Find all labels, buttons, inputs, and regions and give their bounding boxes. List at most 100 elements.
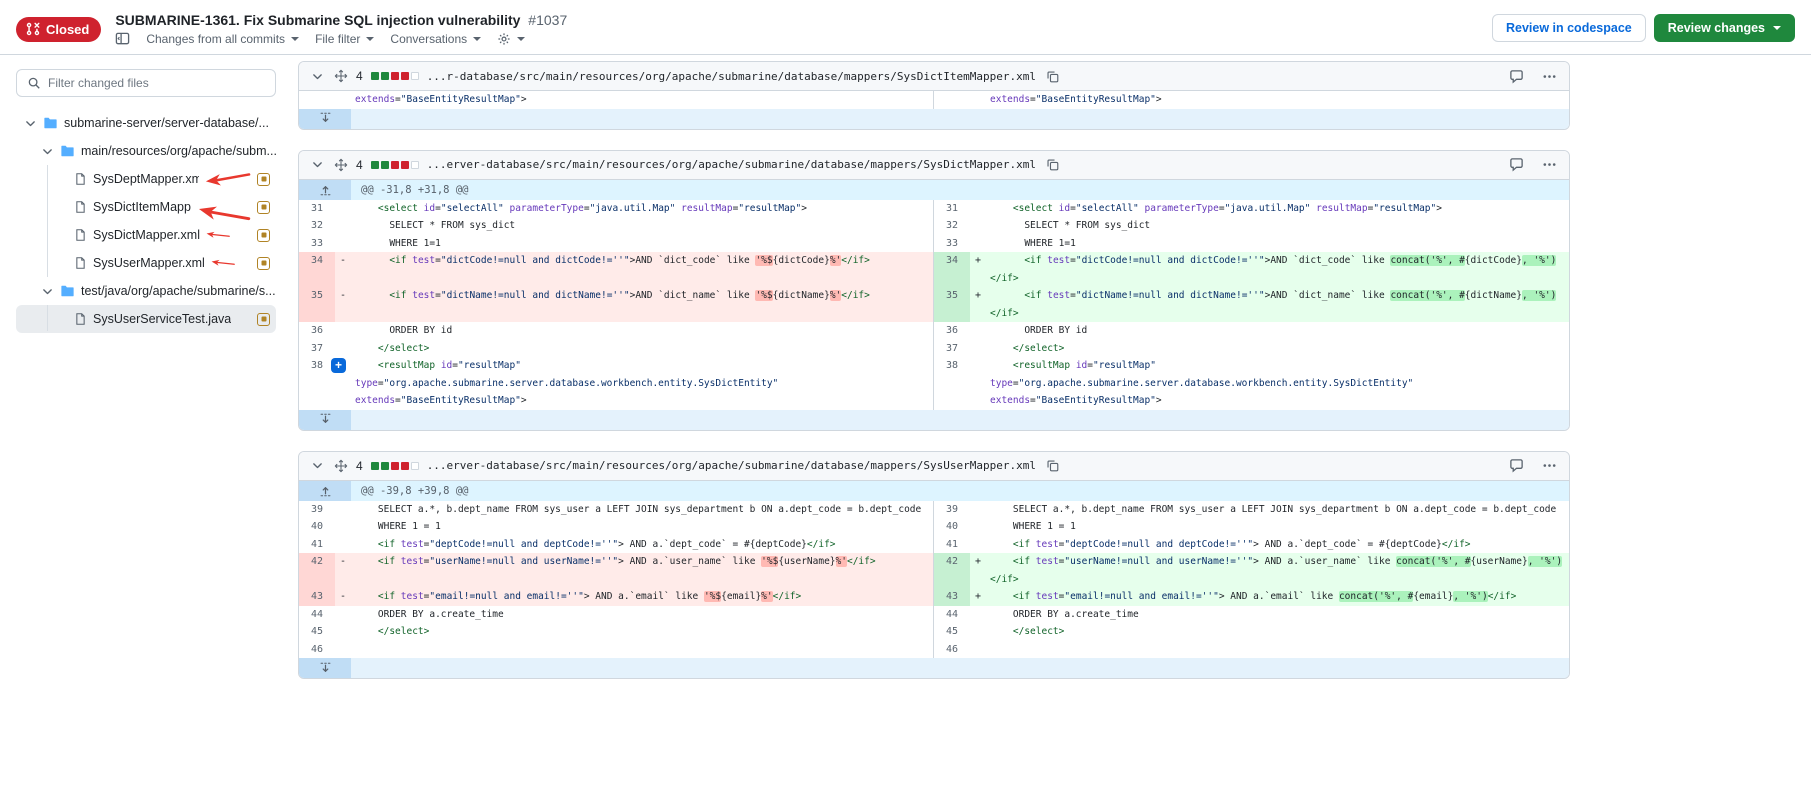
- collapse-file-button[interactable]: [309, 457, 326, 474]
- copy-path-button[interactable]: [1044, 457, 1061, 474]
- diff-side-new: 40 WHERE 1 = 1: [934, 518, 1569, 536]
- tree-indent-guide: [47, 165, 48, 277]
- code-text: <select id="selectAll" parameterType="ja…: [355, 200, 933, 218]
- chevron-down-icon: [473, 37, 481, 41]
- modified-status-icon[interactable]: [257, 257, 270, 270]
- expand-diff-down-button[interactable]: [299, 410, 351, 430]
- drag-handle-icon[interactable]: [334, 158, 348, 172]
- kebab-icon: [1542, 458, 1557, 473]
- expand-diff-down-button[interactable]: [299, 109, 351, 129]
- diff-settings-gear[interactable]: [497, 32, 525, 46]
- line-number: 35: [299, 287, 335, 322]
- menu-label: File filter: [315, 32, 360, 46]
- menu-changes-from-commits[interactable]: Changes from all commits: [146, 32, 299, 46]
- collapse-file-button[interactable]: [309, 156, 326, 173]
- diffstat-square-del: [391, 72, 399, 80]
- tree-folder-item[interactable]: main/resources/org/apache/subm...: [16, 137, 276, 165]
- tree-folder-item[interactable]: test/java/org/apache/submarine/s...: [16, 277, 276, 305]
- code-line: ORDER BY id: [986, 322, 1569, 340]
- diff-sign: [970, 340, 986, 358]
- pr-status-label: Closed: [46, 22, 89, 37]
- expand-down-icon: [319, 413, 332, 426]
- diff-sign: +: [970, 252, 986, 287]
- code-text: <if test="dictName!=null and dictName!='…: [990, 287, 1569, 305]
- modified-status-icon[interactable]: [257, 173, 270, 186]
- diff-sign: [335, 518, 351, 536]
- diffstat-square-del: [401, 72, 409, 80]
- diff-row: 40 WHERE 1 = 140 WHERE 1 = 1: [299, 518, 1569, 536]
- kebab-menu-button[interactable]: [1540, 456, 1559, 475]
- pr-number: #1037: [528, 12, 567, 28]
- code-line: extends="BaseEntityResultMap">: [351, 91, 933, 109]
- line-number: 33: [934, 235, 970, 253]
- chevron-down-icon[interactable]: [24, 117, 37, 130]
- drag-handle-icon[interactable]: [334, 69, 348, 83]
- tree-item-label: SysDictItemMapper.xml: [93, 200, 191, 214]
- code-text: <if test="email!=null and email!=''"> AN…: [990, 588, 1569, 606]
- line-number: [934, 91, 970, 109]
- review-in-codespace-button[interactable]: Review in codespace: [1492, 14, 1646, 42]
- modified-status-icon[interactable]: [257, 229, 270, 242]
- file-icon: [74, 200, 87, 214]
- file-filter-box[interactable]: [16, 69, 276, 97]
- tree-file-item[interactable]: SysUserMapper.xml: [16, 249, 276, 277]
- code-line: <if test="dictName!=null and dictName!='…: [351, 287, 933, 322]
- modified-status-icon[interactable]: [257, 313, 270, 326]
- diff-panels-container: 4...r-database/src/main/resources/org/ap…: [298, 61, 1570, 699]
- kebab-menu-button[interactable]: [1540, 155, 1559, 174]
- modified-status-icon[interactable]: [257, 201, 270, 214]
- menu-conversations[interactable]: Conversations: [390, 32, 481, 46]
- kebab-menu-button[interactable]: [1540, 67, 1559, 86]
- comment-icon-button[interactable]: [1507, 67, 1526, 86]
- tree-file-item[interactable]: SysDeptMapper.xml: [16, 165, 276, 193]
- diffstat-square-del: [401, 462, 409, 470]
- expand-diff-row: [299, 109, 1569, 129]
- review-changes-button[interactable]: Review changes: [1654, 14, 1795, 42]
- code-text: ORDER BY id: [990, 322, 1569, 340]
- diffstat-square-add: [371, 462, 379, 470]
- menu-label: Conversations: [390, 32, 467, 46]
- code-text: type="org.apache.submarine.server.databa…: [355, 375, 933, 393]
- filter-changed-files-input[interactable]: [48, 76, 265, 90]
- tree-file-item[interactable]: SysDictItemMapper.xml: [16, 193, 276, 221]
- drag-handle-icon[interactable]: [334, 459, 348, 473]
- diff-sign: +: [970, 287, 986, 322]
- line-number: 38: [934, 357, 970, 410]
- red-arrow-annotation: [211, 256, 235, 271]
- diff-side-new: 32 SELECT * FROM sys_dict: [934, 217, 1569, 235]
- diff-side-old: 34- <if test="dictCode!=null and dictCod…: [299, 252, 934, 287]
- code-text: <select id="selectAll" parameterType="ja…: [990, 200, 1569, 218]
- code-text: [355, 270, 933, 288]
- diffstat-square-none: [411, 72, 419, 80]
- chevron-down-icon[interactable]: [41, 145, 54, 158]
- tree-file-item[interactable]: SysDictMapper.xml: [16, 221, 276, 249]
- add-comment-button[interactable]: +: [331, 358, 346, 373]
- comment-icon-button[interactable]: [1507, 456, 1526, 475]
- diffstat-square-add: [381, 462, 389, 470]
- expand-diff-down-button[interactable]: [299, 658, 351, 678]
- diff-sign: [335, 606, 351, 624]
- tree-folder-item[interactable]: submarine-server/server-database/...: [16, 109, 276, 137]
- tree-file-item[interactable]: SysUserServiceTest.java: [16, 305, 276, 333]
- comment-icon-button[interactable]: [1507, 155, 1526, 174]
- copy-icon: [1046, 70, 1059, 83]
- chevron-down-icon[interactable]: [41, 285, 54, 298]
- copy-path-button[interactable]: [1044, 68, 1061, 85]
- menu-file-filter[interactable]: File filter: [315, 32, 374, 46]
- sidebar-collapse-icon[interactable]: [115, 31, 130, 46]
- diff-side-new: extends="BaseEntityResultMap">: [934, 91, 1569, 109]
- code-line: WHERE 1 = 1: [986, 518, 1569, 536]
- line-number: 34: [299, 252, 335, 287]
- file-header: 4...erver-database/src/main/resources/or…: [299, 151, 1569, 180]
- chevron-down-icon: [1773, 26, 1781, 30]
- code-line: [986, 641, 1569, 659]
- expand-hunk-up-button[interactable]: [299, 180, 351, 200]
- copy-path-button[interactable]: [1044, 156, 1061, 173]
- copy-icon: [1046, 459, 1059, 472]
- expand-hunk-up-button[interactable]: [299, 481, 351, 501]
- code-line: SELECT a.*, b.dept_name FROM sys_user a …: [351, 501, 933, 519]
- collapse-file-button[interactable]: [309, 68, 326, 85]
- code-text: </select>: [355, 340, 933, 358]
- diffstat-square-none: [411, 462, 419, 470]
- git-pull-request-closed-icon: [26, 22, 40, 36]
